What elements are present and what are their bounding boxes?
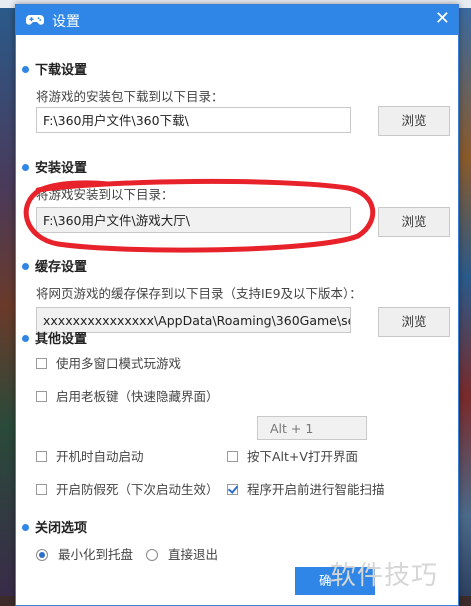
download-path-input[interactable]: F:\360用户文件\360下载\ (36, 107, 351, 133)
option-label: 按下Alt+V打开界面 (247, 449, 358, 464)
option-multi-window[interactable]: 使用多窗口模式玩游戏 (36, 355, 181, 373)
radio-minimize-to-tray[interactable]: 最小化到托盘 (36, 546, 133, 564)
cache-section-heading: 缓存设置 (22, 256, 87, 275)
radio-label: 直接退出 (168, 547, 219, 562)
install-browse-button[interactable]: 浏览 (378, 207, 450, 237)
radio[interactable] (146, 548, 158, 561)
option-label: 启用老板键（快速隐藏界面） (56, 389, 219, 404)
bullet-icon (22, 524, 29, 531)
option-label: 开启防假死（下次启动生效） (56, 482, 219, 497)
checkbox[interactable] (227, 451, 238, 462)
checkbox[interactable] (36, 451, 47, 462)
option-smart-scan[interactable]: 程序开启前进行智能扫描 (227, 481, 385, 499)
option-auto-start[interactable]: 开机时自动启动 (36, 448, 144, 466)
bullet-icon (22, 164, 29, 171)
install-section-heading: 安装设置 (22, 157, 87, 176)
window-title: 设置 (52, 14, 80, 30)
install-path-label: 将游戏安装到以下目录： (36, 187, 174, 202)
cache-browse-button[interactable]: 浏览 (378, 307, 450, 337)
option-anti-freeze[interactable]: 开启防假死（下次启动生效） (36, 481, 219, 499)
checkbox[interactable] (36, 484, 47, 495)
download-path-label: 将游戏的安装包下载到以下目录： (36, 89, 224, 104)
other-heading-text: 其他设置 (35, 332, 88, 347)
radio-exit-directly[interactable]: 直接退出 (146, 546, 218, 564)
title-bar: 设置 ✕ (16, 5, 458, 35)
cache-heading-text: 缓存设置 (35, 260, 88, 275)
radio-label: 最小化到托盘 (58, 547, 134, 562)
desktop-left-strip (0, 8, 15, 606)
close-icon[interactable]: ✕ (435, 8, 450, 29)
option-label: 程序开启前进行智能扫描 (247, 482, 385, 497)
option-label: 开机时自动启动 (56, 449, 144, 464)
close-section-heading: 关闭选项 (22, 517, 87, 536)
bullet-icon (22, 66, 29, 73)
close-heading-text: 关闭选项 (35, 521, 88, 536)
cache-path-label: 将网页游戏的缓存保存到以下目录（支持IE9及以下版本）： (36, 286, 362, 301)
install-heading-text: 安装设置 (35, 161, 88, 176)
checkbox-checked[interactable] (227, 484, 238, 495)
download-section-heading: 下载设置 (22, 59, 87, 78)
download-heading-text: 下载设置 (35, 63, 88, 78)
checkbox[interactable] (36, 358, 47, 369)
other-section-heading: 其他设置 (22, 328, 87, 347)
gamepad-icon (26, 12, 44, 28)
install-path-input[interactable]: F:\360用户文件\游戏大厅\ (36, 207, 351, 233)
option-boss-key[interactable]: 启用老板键（快速隐藏界面） (36, 388, 219, 406)
download-browse-button[interactable]: 浏览 (378, 106, 450, 136)
desktop-right-strip (457, 8, 471, 606)
radio-selected[interactable] (36, 548, 48, 561)
checkbox[interactable] (36, 391, 47, 402)
bullet-icon (22, 263, 29, 270)
watermark-text: 软件技巧 (330, 561, 439, 591)
option-alt-v-open[interactable]: 按下Alt+V打开界面 (227, 448, 358, 466)
settings-dialog: 设置 ✕ 下载设置 将游戏的安装包下载到以下目录： F:\360用户文件\360… (15, 4, 459, 606)
option-label: 使用多窗口模式玩游戏 (56, 356, 182, 371)
boss-key-hotkey-field[interactable]: Alt + 1 (257, 416, 367, 440)
bullet-icon (22, 335, 29, 342)
